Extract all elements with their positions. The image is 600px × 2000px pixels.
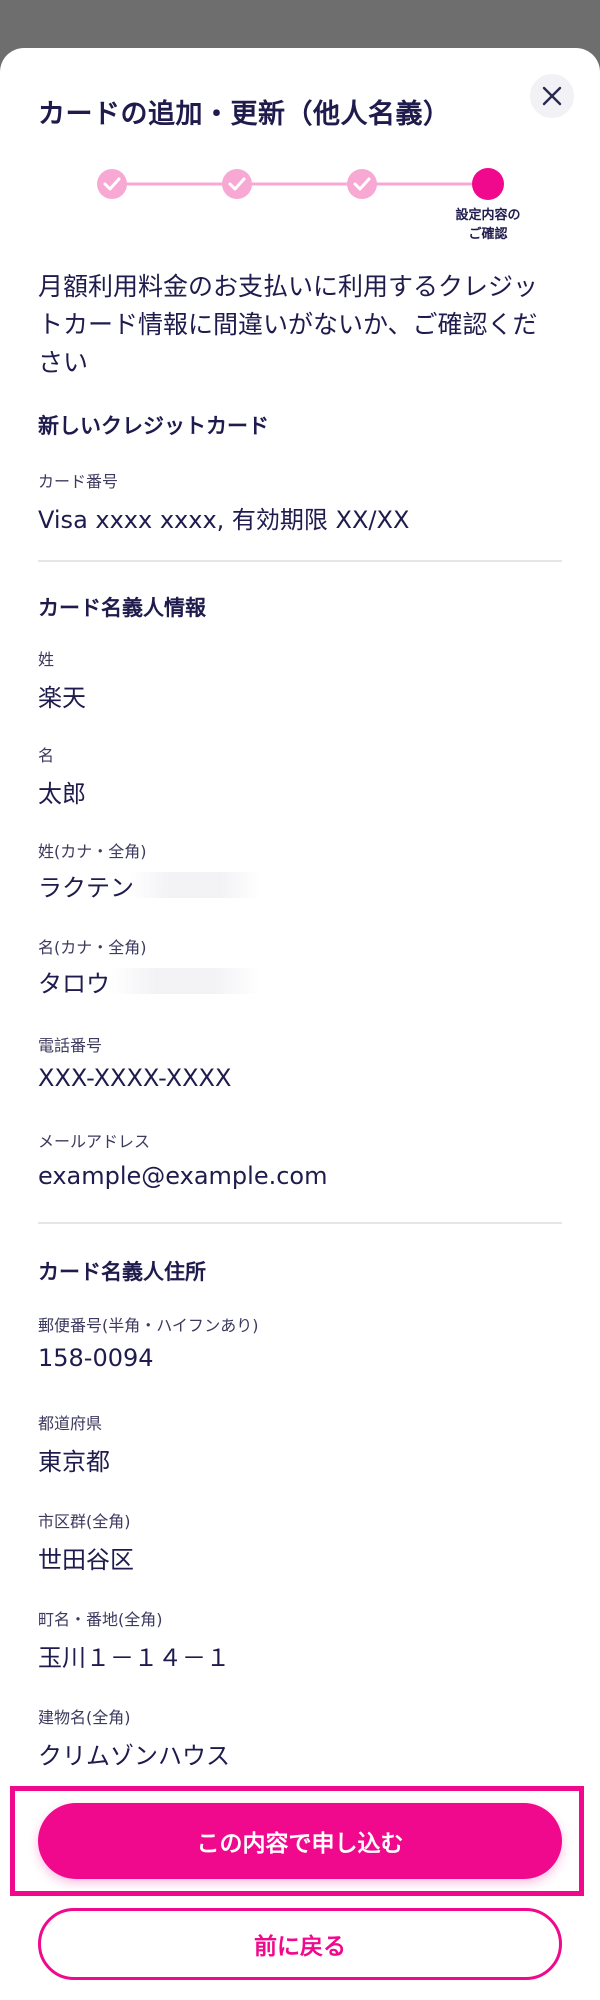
prefecture-label: 都道府県 — [38, 1414, 103, 1433]
close-button[interactable] — [530, 74, 574, 118]
postal-code-label: 郵便番号(半角・ハイフンあり) — [38, 1316, 259, 1335]
divider — [38, 1222, 562, 1224]
step-4-label-line2: ご確認 — [468, 226, 507, 242]
intro-text: 月額利用料金のお支払いに利用するクレジットカード情報に間違いがないか、ご確認くだ… — [38, 272, 539, 377]
first-name-kana-value: タロウ — [38, 970, 110, 998]
prefecture-value: 東京都 — [38, 1448, 110, 1476]
last-name-value: 楽天 — [38, 684, 86, 712]
divider — [38, 560, 562, 562]
submit-button[interactable]: この内容で申し込む — [38, 1803, 562, 1879]
street-value: 玉川１－１４－１ — [38, 1644, 230, 1672]
progress-stepper: 設定内容の ご確認 — [0, 160, 600, 250]
first-name-kana-label: 名(カナ・全角) — [38, 938, 147, 957]
step-4-current — [472, 168, 504, 200]
first-name-label: 名 — [38, 746, 55, 765]
redacted-area — [130, 872, 260, 898]
phone-value: XXX-XXXX-XXXX — [38, 1064, 232, 1092]
phone-label: 電話番号 — [38, 1036, 103, 1055]
building-label: 建物名(全角) — [38, 1708, 131, 1727]
step-2-done — [222, 169, 252, 199]
city-label: 市区群(全角) — [38, 1512, 131, 1531]
step-3-done — [347, 169, 377, 199]
holder-address-heading: カード名義人住所 — [38, 1260, 206, 1284]
street-label: 町名・番地(全角) — [38, 1610, 163, 1629]
redacted-area — [110, 968, 260, 994]
email-label: メールアドレス — [38, 1132, 151, 1151]
stepper-graphic: 設定内容の ご確認 — [97, 168, 521, 242]
card-number-value: Visa xxxx xxxx, 有効期限 XX/XX — [38, 506, 410, 534]
building-value: クリムゾンハウス — [38, 1742, 230, 1770]
postal-code-value: 158-0094 — [38, 1344, 154, 1372]
new-card-heading: 新しいクレジットカード — [38, 414, 269, 438]
step-4-label-line1: 設定内容の — [455, 207, 520, 223]
card-number-label: カード番号 — [38, 472, 119, 491]
modal-title: カードの追加・更新（他人名義） — [38, 99, 451, 130]
last-name-kana-value: ラクテン — [38, 874, 134, 902]
back-button[interactable]: 前に戻る — [38, 1908, 562, 1980]
holder-info-heading: カード名義人情報 — [38, 596, 206, 620]
email-value: example@example.com — [38, 1162, 328, 1190]
last-name-label: 姓 — [38, 650, 55, 669]
close-icon — [542, 86, 562, 106]
city-value: 世田谷区 — [38, 1546, 134, 1574]
last-name-kana-label: 姓(カナ・全角) — [38, 842, 147, 861]
step-1-done — [97, 169, 127, 199]
first-name-value: 太郎 — [38, 780, 86, 808]
